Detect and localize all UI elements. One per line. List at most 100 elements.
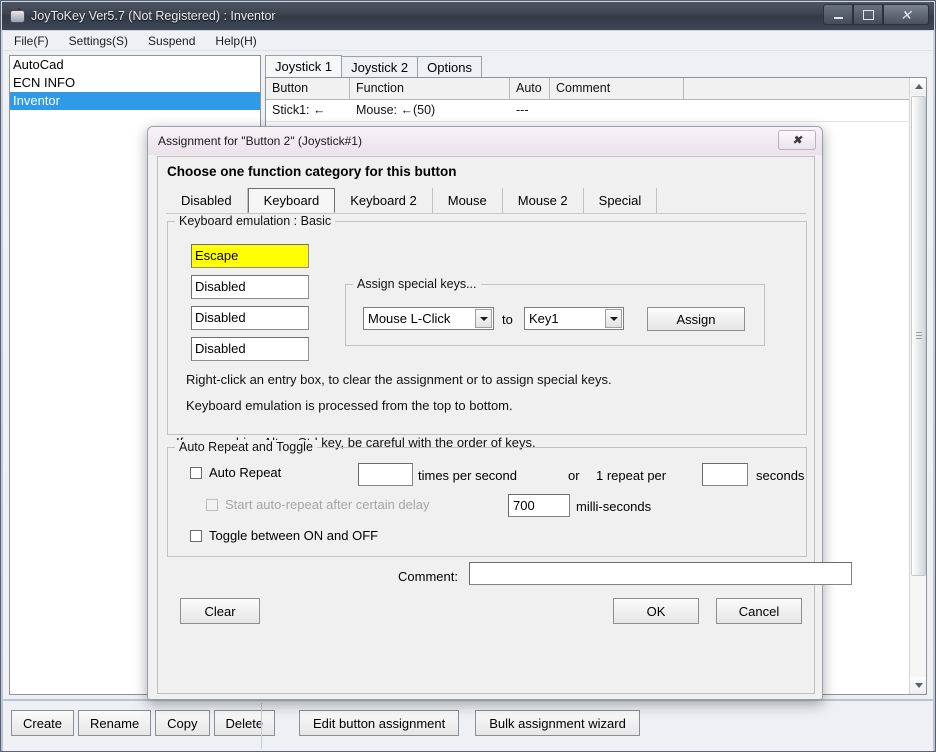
assignment-dialog: Assignment for "Button 2" (Joystick#1) ✖… [147, 126, 852, 700]
app-bottom-toolbar: Create Rename Copy Delete Edit button as… [3, 701, 933, 751]
toolbar-divider [261, 703, 262, 749]
tab-options[interactable]: Options [417, 56, 482, 78]
start-delay-checkbox[interactable]: Start auto-repeat after certain delay [206, 497, 430, 512]
key-entry-2[interactable]: Disabled [191, 275, 309, 299]
table-row[interactable]: Stick1: ← Mouse: ←(50) --- [266, 100, 926, 122]
edit-button-assignment-button[interactable]: Edit button assignment [299, 710, 460, 736]
checkbox-icon [190, 466, 202, 479]
dialog-body: Choose one function category for this bu… [157, 156, 852, 694]
cancel-button[interactable]: Cancel [716, 598, 802, 624]
close-icon: ✖ [791, 133, 803, 147]
scrollbar-thumb[interactable] [911, 96, 926, 576]
list-item[interactable]: ECN INFO [10, 74, 260, 92]
comment-label: Comment: [398, 569, 458, 584]
assign-special-keys-legend: Assign special keys... [353, 277, 481, 291]
minimize-icon [833, 16, 843, 19]
auto-repeat-seconds-input[interactable] [702, 463, 748, 486]
joystick-tabstrip: Joystick 1 Joystick 2 Options [265, 55, 482, 78]
milli-seconds-label: milli-seconds [576, 499, 652, 514]
toggle-checkbox[interactable]: Toggle between ON and OFF [190, 528, 378, 543]
cell-function: Mouse: ←(50) [356, 103, 436, 117]
window-controls: ✕ [823, 4, 929, 25]
or-label: or [568, 468, 580, 483]
cell-extra [684, 100, 911, 121]
one-repeat-per-label: 1 repeat per [596, 468, 667, 483]
rename-button[interactable]: Rename [78, 710, 152, 736]
hint-order: Keyboard emulation is processed from the… [186, 398, 513, 413]
chevron-down-icon [914, 683, 923, 688]
delete-button[interactable]: Delete [213, 710, 276, 736]
assign-special-keys-group: Assign special keys... Mouse L-Click to … [345, 277, 765, 346]
menu-item-help[interactable]: Help(H) [206, 33, 265, 49]
to-label: to [502, 312, 513, 327]
menu-item-suspend[interactable]: Suspend [139, 33, 204, 49]
comment-input[interactable] [469, 562, 852, 585]
maximize-icon [862, 9, 874, 20]
chevron-down-icon[interactable] [605, 309, 622, 328]
tab-keyboard-2[interactable]: Keyboard 2 [335, 188, 433, 213]
auto-repeat-label: Auto Repeat [209, 465, 282, 480]
clear-button[interactable]: Clear [180, 598, 260, 624]
create-button[interactable]: Create [11, 710, 75, 736]
bulk-assignment-wizard-button[interactable]: Bulk assignment wizard [475, 710, 640, 736]
special-key-source-value: Mouse L-Click [368, 311, 451, 326]
menu-item-file[interactable]: File(F) [5, 33, 58, 49]
tab-keyboard[interactable]: Keyboard [247, 188, 336, 213]
scroll-down-button[interactable] [910, 677, 926, 694]
dialog-titlebar: Assignment for "Button 2" (Joystick#1) ✖ [148, 127, 822, 155]
keyboard-emulation-legend: Keyboard emulation : Basic [175, 214, 336, 228]
seconds-label: seconds [756, 468, 805, 483]
chevron-down-icon[interactable] [475, 309, 492, 328]
special-key-target-value: Key1 [529, 311, 559, 326]
dialog-close-button[interactable]: ✖ [778, 130, 816, 150]
dialog-title: Assignment for "Button 2" (Joystick#1) [158, 134, 362, 148]
tab-joystick-1[interactable]: Joystick 1 [265, 55, 343, 78]
column-header-extra[interactable] [684, 78, 911, 99]
special-key-source-select[interactable]: Mouse L-Click [363, 307, 494, 330]
assign-button[interactable]: Assign [647, 307, 745, 331]
ok-button[interactable]: OK [613, 598, 699, 624]
cell-comment [550, 100, 684, 121]
start-delay-label: Start auto-repeat after certain delay [225, 497, 430, 512]
toggle-label: Toggle between ON and OFF [209, 528, 379, 543]
tab-joystick-2[interactable]: Joystick 2 [341, 56, 419, 78]
key-entry-3[interactable]: Disabled [191, 306, 309, 330]
hint-right-click: Right-click an entry box, to clear the a… [186, 372, 612, 387]
column-header-comment[interactable]: Comment [550, 78, 684, 99]
category-tabstrip: Disabled Keyboard Keyboard 2 Mouse Mouse… [166, 188, 806, 214]
tab-disabled[interactable]: Disabled [166, 188, 248, 213]
tab-mouse-2[interactable]: Mouse 2 [503, 188, 584, 213]
grid-vertical-scrollbar[interactable] [909, 78, 926, 694]
assignment-actions: Edit button assignment Bulk assignment w… [299, 710, 640, 736]
menu-item-settings[interactable]: Settings(S) [60, 33, 137, 49]
menu-bar: File(F) Settings(S) Suspend Help(H) [3, 31, 933, 51]
column-header-auto[interactable]: Auto [510, 78, 550, 99]
key-entry-1[interactable]: Escape [191, 244, 309, 268]
column-header-function[interactable]: Function [350, 78, 510, 99]
list-item[interactable]: AutoCad [10, 56, 260, 74]
auto-repeat-legend: Auto Repeat and Toggle [175, 440, 317, 454]
auto-repeat-rate-input[interactable] [358, 463, 413, 486]
maximize-button[interactable] [853, 4, 883, 25]
auto-repeat-group: Auto Repeat and Toggle Auto Repeat times… [167, 440, 807, 557]
screen: JoyToKey Ver5.7 (Not Registered) : Inven… [0, 0, 936, 752]
checkbox-icon [206, 498, 218, 511]
close-icon: ✕ [900, 6, 912, 23]
scroll-up-button[interactable] [910, 78, 926, 95]
copy-button[interactable]: Copy [155, 710, 210, 736]
auto-repeat-checkbox[interactable]: Auto Repeat [190, 465, 281, 480]
window-title: JoyToKey Ver5.7 (Not Registered) : Inven… [31, 9, 276, 23]
close-button[interactable]: ✕ [883, 4, 929, 25]
cell-button: Stick1: ← [272, 103, 326, 117]
list-item[interactable]: Inventor [10, 92, 260, 110]
column-header-button[interactable]: Button [266, 78, 350, 99]
special-key-target-select[interactable]: Key1 [524, 307, 624, 330]
tab-special[interactable]: Special [584, 188, 658, 213]
minimize-button[interactable] [823, 4, 853, 25]
checkbox-icon [190, 529, 202, 542]
times-per-second-label: times per second [418, 468, 517, 483]
start-delay-input[interactable]: 700 [508, 494, 570, 517]
tab-mouse[interactable]: Mouse [433, 188, 503, 213]
key-entry-4[interactable]: Disabled [191, 337, 309, 361]
joystick-icon [9, 8, 25, 24]
